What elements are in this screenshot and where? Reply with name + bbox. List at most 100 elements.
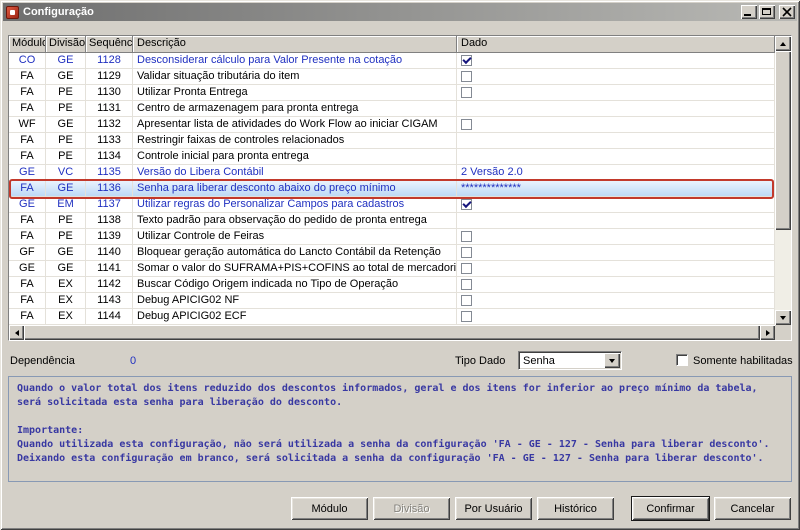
grid-row[interactable]: GE GE 1141 Somar o valor do SUFRAMA+PIS+COF… (9, 261, 775, 277)
somente-habilitadas-checkbox[interactable] (676, 354, 688, 366)
tipo-dado-dropdown-button[interactable] (604, 353, 620, 368)
grid-row[interactable]: FA GE 1129 Validar situação tributária do i… (9, 69, 775, 85)
column-header-modulo[interactable]: Módulo (9, 36, 46, 53)
checkbox-unchecked-icon[interactable] (461, 247, 472, 258)
cell-modulo: FA (9, 293, 46, 309)
cell-seq: 1144 (86, 309, 133, 325)
tipo-dado-label: Tipo Dado (455, 355, 506, 367)
cell-dado: 2 Versão 2.0 (457, 165, 775, 181)
grid-row[interactable]: CO GE 1128 Desconsiderar cálculo para Valor… (9, 53, 775, 69)
grid-row[interactable]: FA PE 1130 Utilizar Pronta Entrega (9, 85, 775, 101)
historico-button[interactable]: Histórico (537, 497, 614, 520)
cell-modulo: GE (9, 261, 46, 277)
cell-desc: Bloquear geração automática do Lancto Co… (133, 245, 457, 261)
por-usuario-button[interactable]: Por Usuário (455, 497, 532, 520)
cell-modulo: FA (9, 149, 46, 165)
checkbox-unchecked-icon[interactable] (461, 311, 472, 322)
cancelar-button[interactable]: Cancelar (714, 497, 791, 520)
cell-divisao: GE (46, 53, 86, 69)
grid-row[interactable]: FA PE 1138 Texto padrão para observação do … (9, 213, 775, 229)
cell-desc: Utilizar regras do Personalizar Campos p… (133, 197, 457, 213)
cell-desc: Apresentar lista de atividades do Work F… (133, 117, 457, 133)
grid-row[interactable]: WF GE 1132 Apresentar lista de atividades d… (9, 117, 775, 133)
grid-row[interactable]: FA EX 1142 Buscar Código Origem indicada no… (9, 277, 775, 293)
chevron-down-icon (609, 358, 615, 363)
vertical-scroll-track[interactable] (775, 230, 791, 310)
grid-row[interactable]: GE VC 1135 Versão do Libera Contábil 2 Versã… (9, 165, 775, 181)
button-row: Módulo Divisão Por Usuário Histórico Con… (8, 496, 791, 521)
vertical-scrollbar[interactable] (775, 36, 791, 325)
column-header-descricao[interactable]: Descrição (133, 36, 457, 53)
dependencia-value: 0 (130, 355, 137, 367)
checkbox-unchecked-icon[interactable] (461, 295, 472, 306)
cell-dado (457, 293, 775, 309)
cell-modulo: FA (9, 213, 46, 229)
checkbox-checked-icon[interactable] (461, 199, 472, 210)
divisao-button[interactable]: Divisão (373, 497, 450, 520)
close-button[interactable] (779, 5, 795, 19)
scroll-up-button[interactable] (775, 36, 791, 51)
grid-row[interactable]: FA EX 1143 Debug APICIG02 NF (9, 293, 775, 309)
cell-seq: 1131 (86, 101, 133, 117)
cell-desc: Utilizar Pronta Entrega (133, 85, 457, 101)
grid-row[interactable]: GE EM 1137 Utilizar regras do Personalizar … (9, 197, 775, 213)
cell-modulo: WF (9, 117, 46, 133)
cell-modulo: GE (9, 165, 46, 181)
checkbox-checked-icon[interactable] (461, 55, 472, 66)
close-icon (782, 7, 792, 17)
cell-desc: Controle inicial para pronta entrega (133, 149, 457, 165)
cell-desc: Versão do Libera Contábil (133, 165, 457, 181)
checkbox-unchecked-icon[interactable] (461, 119, 472, 130)
cell-divisao: GE (46, 261, 86, 277)
dependencia-label: Dependência (10, 355, 75, 367)
cell-modulo: FA (9, 101, 46, 117)
modulo-button[interactable]: Módulo (291, 497, 368, 520)
titlebar: Configuração (3, 3, 797, 21)
grid-row[interactable]: FA PE 1139 Utilizar Controle de Feiras (9, 229, 775, 245)
minimize-icon (744, 14, 751, 16)
cell-modulo: FA (9, 181, 46, 197)
scrollbar-corner (775, 325, 791, 340)
arrow-up-icon (780, 41, 786, 46)
cell-divisao: PE (46, 213, 86, 229)
vertical-scroll-thumb[interactable] (775, 51, 791, 231)
scroll-down-button[interactable] (775, 310, 791, 325)
grid-row[interactable]: GF GE 1140 Bloquear geração automática do L… (9, 245, 775, 261)
grid-row[interactable]: FA PE 1131 Centro de armazenagem para pront… (9, 101, 775, 117)
grid-row[interactable]: FA PE 1134 Controle inicial para pronta ent… (9, 149, 775, 165)
tipo-dado-select[interactable]: Senha (518, 351, 622, 370)
scroll-left-button[interactable] (9, 325, 24, 340)
maximize-button[interactable] (759, 5, 775, 19)
checkbox-unchecked-icon[interactable] (461, 263, 472, 274)
cell-dado: ************** (457, 181, 775, 197)
cell-dado (457, 197, 775, 213)
grid-row[interactable]: FA PE 1133 Restringir faixas de controles r… (9, 133, 775, 149)
cell-seq: 1139 (86, 229, 133, 245)
column-header-dado[interactable]: Dado (457, 36, 775, 53)
confirmar-button[interactable]: Confirmar (631, 496, 710, 521)
horizontal-scrollbar[interactable] (9, 325, 791, 340)
cell-divisao: GE (46, 245, 86, 261)
cell-divisao: PE (46, 133, 86, 149)
horizontal-scroll-thumb[interactable] (24, 325, 760, 340)
cell-divisao: PE (46, 101, 86, 117)
cell-desc: Utilizar Controle de Feiras (133, 229, 457, 245)
cell-desc: Debug APICIG02 ECF (133, 309, 457, 325)
checkbox-unchecked-icon[interactable] (461, 87, 472, 98)
column-header-divisao[interactable]: Divisão (46, 36, 86, 53)
scroll-right-button[interactable] (760, 325, 775, 340)
cell-seq: 1132 (86, 117, 133, 133)
column-header-sequencia[interactable]: Sequência (86, 36, 133, 53)
grid-row[interactable]: FA EX 1144 Debug APICIG02 ECF (9, 309, 775, 325)
checkbox-unchecked-icon[interactable] (461, 231, 472, 242)
cell-divisao: GE (46, 69, 86, 85)
cell-desc: Centro de armazenagem para pronta entreg… (133, 101, 457, 117)
cell-dado (457, 277, 775, 293)
cell-divisao: PE (46, 149, 86, 165)
minimize-button[interactable] (741, 5, 757, 19)
checkbox-unchecked-icon[interactable] (461, 71, 472, 82)
checkbox-unchecked-icon[interactable] (461, 279, 472, 290)
cell-divisao: EM (46, 197, 86, 213)
grid-row-selected[interactable]: FA GE 1136 Senha para liberar desconto abai… (9, 179, 775, 199)
cell-divisao: EX (46, 277, 86, 293)
